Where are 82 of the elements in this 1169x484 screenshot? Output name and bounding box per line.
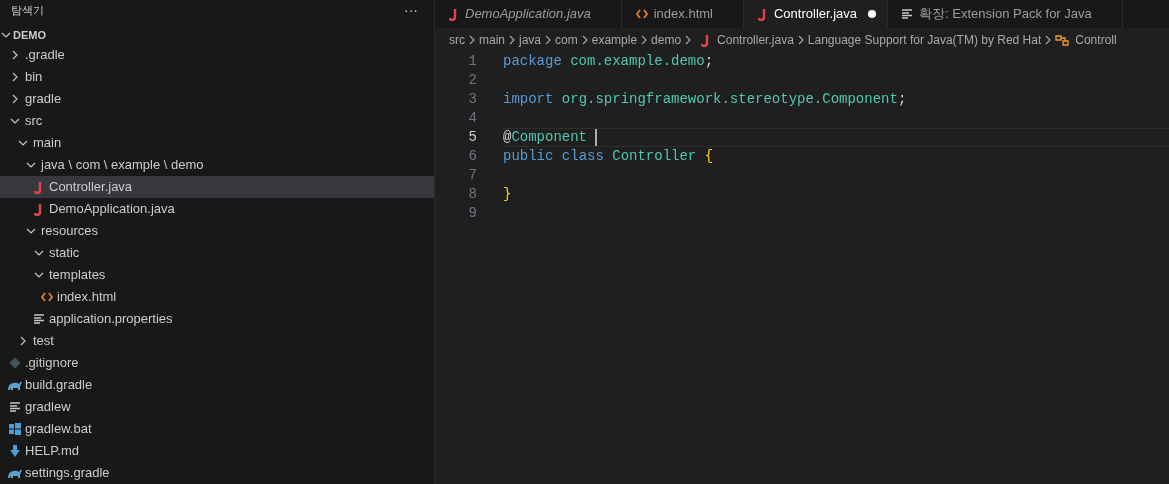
chevron-right-icon [12, 94, 18, 104]
chevron-right-icon [797, 35, 804, 45]
unsaved-dot-icon [867, 9, 878, 19]
class-icon [1055, 33, 1070, 47]
project-folder-header[interactable]: DEMO [0, 25, 434, 44]
breadcrumb-item[interactable]: main [479, 31, 505, 49]
folder-tree-item[interactable]: bin [0, 66, 434, 88]
java-file-icon [34, 202, 44, 216]
text-lines-icon [33, 314, 45, 324]
chevron-down-icon [34, 272, 44, 278]
file-tree-item[interactable]: HELP.md [0, 440, 434, 462]
down-arrow-icon [10, 445, 20, 457]
line-number: 6 [467, 147, 477, 166]
folder-tree-item[interactable]: .gradle [0, 44, 434, 66]
code-line: import org.springframework.stereotype.Component; [503, 90, 907, 109]
breadcrumb-item[interactable]: Language Support for Java(TM) by Red Hat [807, 31, 1042, 49]
elephant-icon [7, 467, 23, 479]
file-tree-item[interactable]: gradlew [0, 396, 434, 418]
breadcrumb-item[interactable]: example [591, 31, 638, 49]
folder-tree-item[interactable]: gradle [0, 88, 434, 110]
folder-tree-item[interactable]: src [0, 110, 434, 132]
folder-tree-item[interactable]: static [0, 242, 434, 264]
chevron-right-icon [685, 35, 692, 45]
diamond-icon [9, 357, 21, 369]
chevron-right-icon [12, 50, 18, 60]
line-number: 8 [467, 185, 477, 204]
line-number: 5 [467, 128, 477, 147]
folder-tree-item[interactable]: test [0, 330, 434, 352]
text-lines-icon [902, 9, 914, 19]
line-number: 9 [467, 204, 477, 223]
text-cursor [595, 129, 598, 146]
file-tree-item[interactable]: application.properties [0, 308, 434, 330]
java-file-icon [758, 7, 768, 21]
windows-logo-icon [9, 423, 21, 435]
code-line: public class Controller { [503, 147, 714, 166]
breadcrumb-item[interactable]: demo [651, 31, 682, 49]
chevron-down-icon [18, 140, 28, 146]
editor-tab[interactable]: Controller.java [744, 0, 889, 28]
chevron-down-icon [26, 228, 36, 234]
chevron-right-icon [1045, 35, 1052, 45]
breadcrumb-item[interactable]: com [555, 31, 578, 49]
folder-tree-item[interactable]: main [0, 132, 434, 154]
chevron-right-icon [581, 35, 588, 45]
elephant-icon [7, 379, 23, 391]
file-tree-item[interactable]: Controller.java [0, 176, 434, 198]
java-file-icon [34, 180, 44, 194]
code-brackets-icon [635, 9, 648, 19]
java-file-icon [449, 7, 459, 21]
line-number: 7 [467, 166, 477, 185]
code-brackets-icon [41, 292, 53, 302]
chevron-down-icon [34, 250, 44, 256]
file-tree-item[interactable]: DemoApplication.java [0, 198, 434, 220]
file-tree-item[interactable]: build.gradle [0, 374, 434, 396]
chevron-down-icon [10, 118, 20, 124]
chevron-right-icon [12, 72, 18, 82]
folder-tree-item[interactable]: java \ com \ example \ demo [0, 154, 434, 176]
code-line: } [503, 185, 512, 204]
chevron-right-icon [509, 35, 515, 45]
folder-tree-item[interactable]: templates [0, 264, 434, 286]
chevron-right-icon [20, 336, 26, 346]
line-number: 2 [467, 71, 477, 90]
file-tree-item[interactable]: .gitignore [0, 352, 434, 374]
chevron-down-icon [26, 162, 36, 168]
breadcrumb-item[interactable]: Controller.java [701, 31, 794, 49]
explorer-title: 탐색기 [11, 2, 44, 18]
code-line: @Component [503, 128, 588, 147]
folder-tree-item[interactable]: resources [0, 220, 434, 242]
breadcrumb-item[interactable]: src [449, 31, 465, 49]
file-tree-item[interactable]: gradlew.bat [0, 418, 434, 440]
text-lines-icon [9, 402, 21, 412]
chevron-right-icon [469, 35, 475, 45]
line-number: 3 [467, 90, 477, 109]
code-line: package com.example.demo; [503, 52, 714, 71]
more-actions-button[interactable]: ··· [404, 2, 418, 17]
file-tree-item[interactable]: settings.gradle [0, 462, 434, 484]
chevron-right-icon [545, 35, 552, 45]
chevron-right-icon [641, 35, 648, 45]
line-number: 4 [467, 109, 477, 128]
file-tree-item[interactable]: index.html [0, 286, 434, 308]
line-number: 1 [467, 52, 477, 71]
breadcrumb-item[interactable]: Controll [1055, 31, 1117, 49]
breadcrumb-item[interactable]: java [519, 31, 542, 49]
